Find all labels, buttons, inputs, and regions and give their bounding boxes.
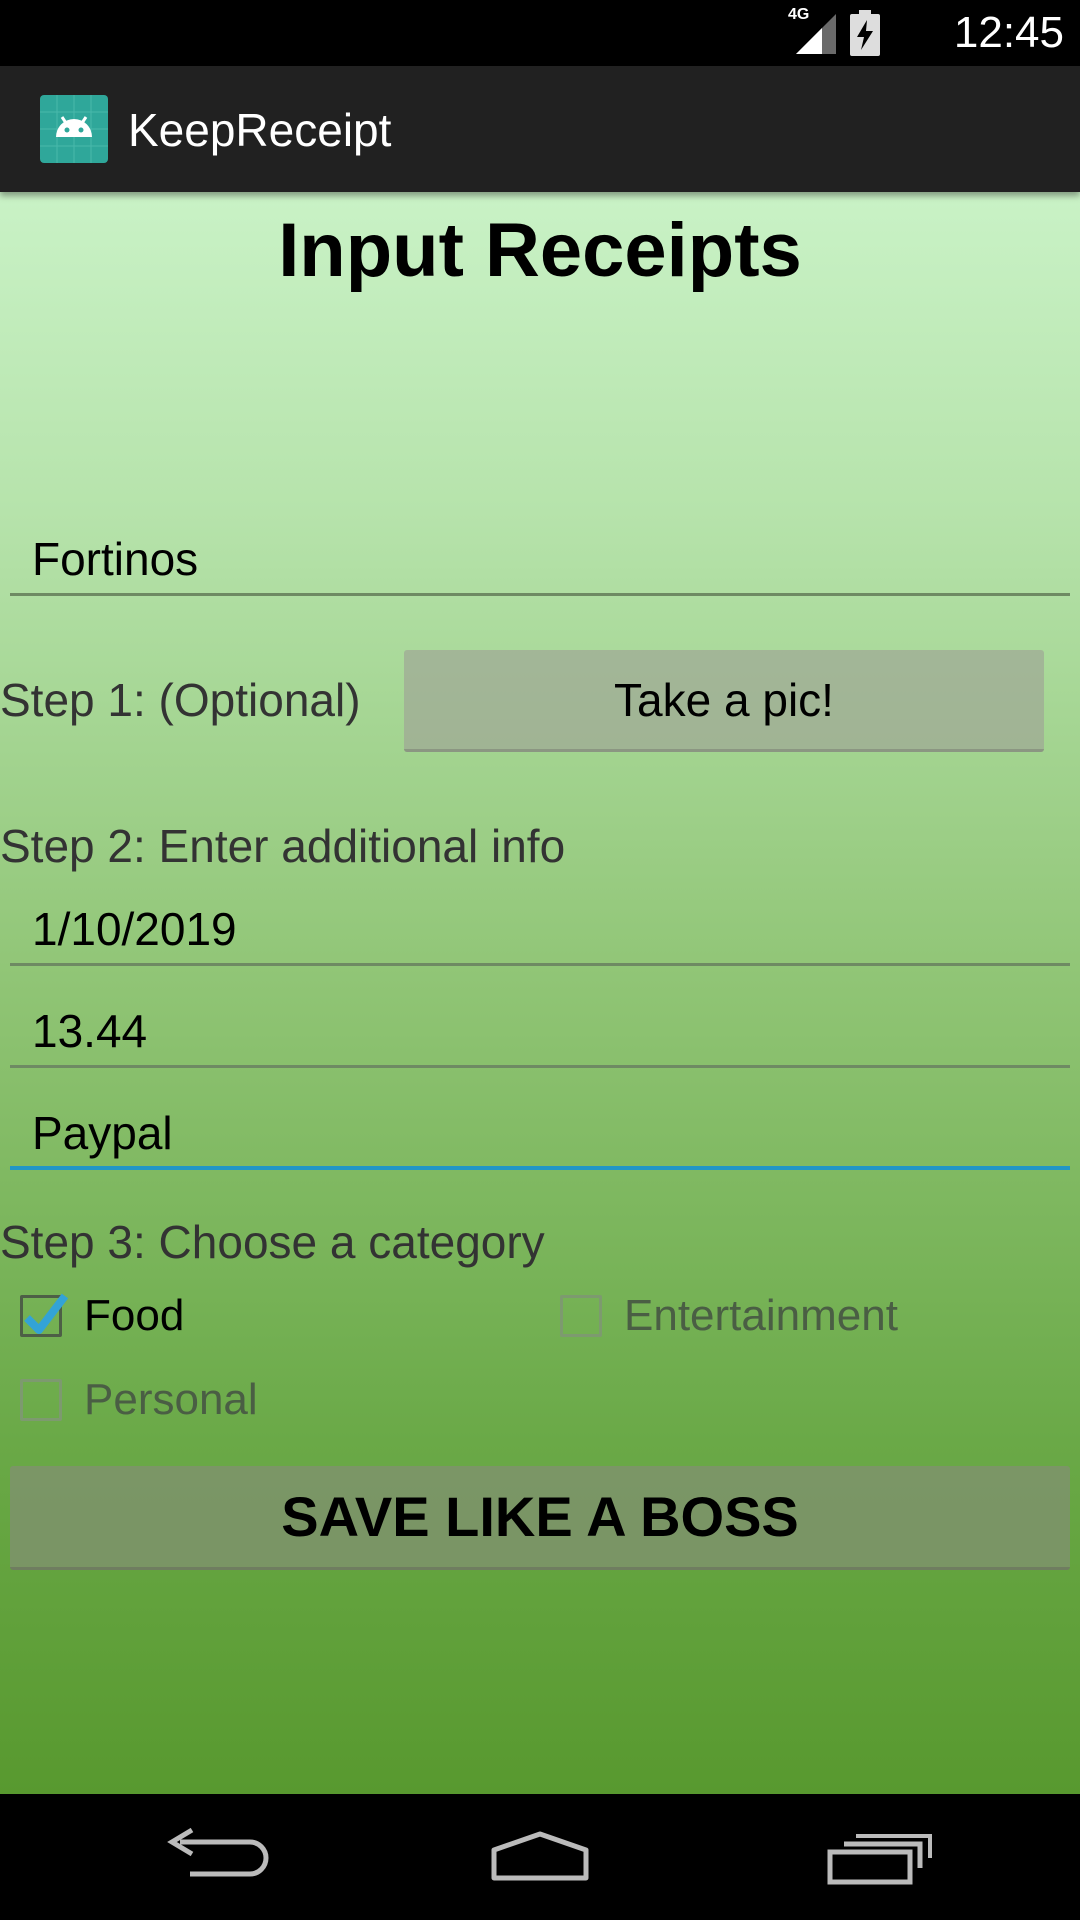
home-icon[interactable] [480,1822,600,1892]
android-icon [40,95,108,163]
take-pic-button[interactable]: Take a pic! [404,650,1044,752]
category-label: Food [84,1291,185,1340]
main-content: Input Receipts Fortinos Step 1: (Optiona… [0,192,1080,1794]
category-label: Personal [84,1375,258,1424]
status-icons: 4G [788,6,880,56]
nav-bar [0,1794,1080,1920]
clock: 12:45 [953,8,1064,57]
step1-label: Step 1: (Optional) [0,674,361,726]
store-name-field[interactable]: Fortinos [10,528,1070,596]
category-food-checkbox[interactable]: Food [20,1286,184,1346]
step2-label: Step 2: Enter additional info [0,820,566,872]
category-personal-checkbox[interactable]: Personal [20,1370,258,1430]
checkbox-unchecked-icon [20,1379,62,1421]
network-type-label: 4G [788,6,810,23]
page-title: Input Receipts [278,208,802,293]
recent-apps-icon[interactable] [820,1822,940,1892]
app-title: KeepReceipt [128,104,392,156]
screen: 4G 12:45 KeepReceipt Input Receipts Fort… [0,0,1080,1920]
save-button[interactable]: SAVE LIKE A BOSS [10,1466,1070,1570]
checkbox-checked-icon [20,1293,69,1337]
payment-method-field[interactable]: Paypal [10,1102,1070,1170]
status-bar: 4G 12:45 [0,0,1080,66]
action-bar: KeepReceipt [0,66,1080,192]
category-label: Entertainment [624,1291,898,1340]
back-icon[interactable] [150,1822,270,1892]
amount-field[interactable]: 13.44 [10,1000,1070,1068]
step3-label: Step 3: Choose a category [0,1216,545,1268]
signal-icon: 4G [788,6,838,56]
date-field[interactable]: 1/10/2019 [10,898,1070,966]
category-entertainment-checkbox[interactable]: Entertainment [560,1286,898,1346]
battery-charging-icon [850,10,880,56]
checkbox-unchecked-icon [560,1295,602,1337]
